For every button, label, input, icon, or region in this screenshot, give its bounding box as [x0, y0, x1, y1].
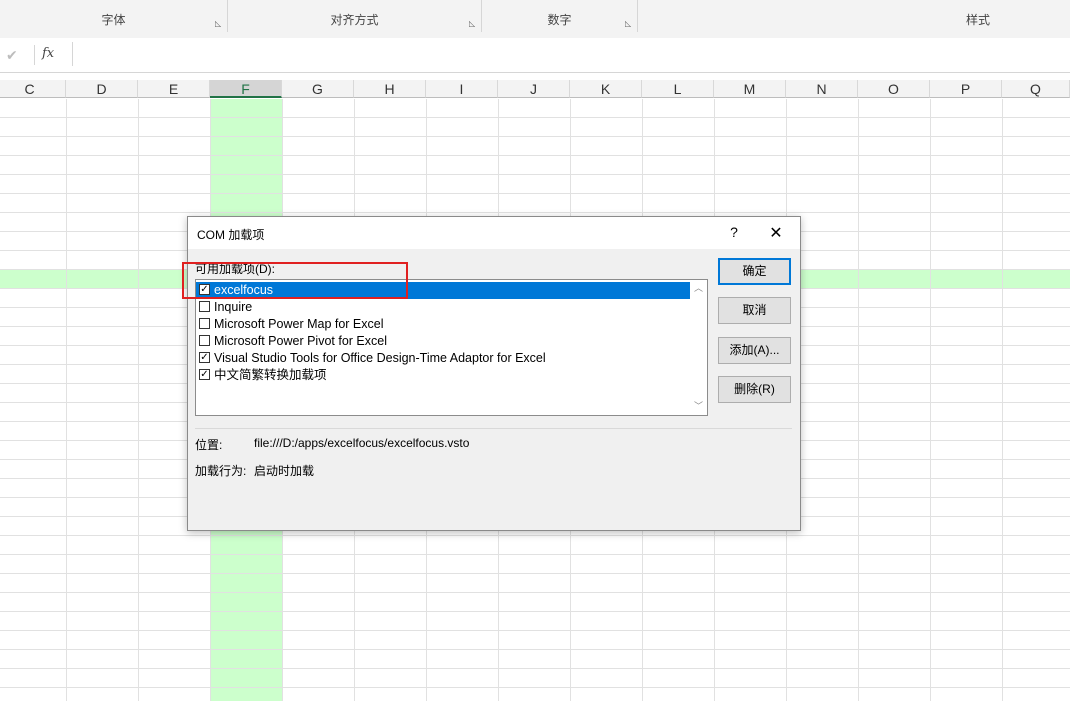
checkbox-unchecked[interactable]	[199, 301, 210, 312]
list-item-label: 中文简繁转换加载项	[214, 368, 327, 382]
column-header-m[interactable]: M	[714, 80, 786, 98]
close-icon[interactable]: ✕	[768, 223, 784, 243]
help-icon[interactable]: ?	[727, 224, 741, 240]
column-header-k[interactable]: K	[570, 80, 642, 98]
insert-function-icon[interactable]: fx	[42, 46, 54, 61]
load-behavior-value: 启动时加载	[254, 464, 315, 478]
column-header-p[interactable]: P	[930, 80, 1002, 98]
column-header-e[interactable]: E	[138, 80, 210, 98]
column-header-g[interactable]: G	[282, 80, 354, 98]
column-header-i[interactable]: I	[426, 80, 498, 98]
ribbon-group-label: 对齐方式	[330, 13, 379, 27]
dialog-titlebar[interactable]: COM 加载项 ? ✕	[188, 217, 800, 249]
ribbon-group-number: 数字 ◺	[482, 0, 638, 32]
listbox-scrollbar[interactable]: ︿ ﹀	[690, 280, 707, 415]
ribbon-group-alignment: 对齐方式 ◺	[228, 0, 482, 32]
checkbox-checked[interactable]: ✓	[199, 352, 210, 363]
list-item-power-map[interactable]: Microsoft Power Map for Excel	[196, 316, 690, 333]
ribbon-group-font: 字体 ◺	[0, 0, 228, 32]
formula-input[interactable]	[72, 42, 1069, 66]
addins-listbox[interactable]: ✓ excelfocus Inquire Microsoft Power Map…	[195, 279, 708, 416]
location-label: 位置:	[195, 438, 223, 452]
ribbon-group-label: 字体	[101, 13, 126, 27]
location-value: file:///D:/apps/excelfocus/excelfocus.vs…	[254, 436, 470, 450]
list-item-label: Microsoft Power Pivot for Excel	[214, 334, 387, 348]
ribbon-group-styles: 样式	[638, 0, 1070, 32]
enter-check-icon[interactable]: ✔	[6, 47, 18, 64]
list-item-power-pivot[interactable]: Microsoft Power Pivot for Excel	[196, 333, 690, 350]
remove-button[interactable]: 删除(R)	[718, 376, 791, 403]
scroll-down-icon[interactable]: ﹀	[690, 398, 707, 415]
list-item-label: Visual Studio Tools for Office Design-Ti…	[214, 351, 546, 365]
checkbox-unchecked[interactable]	[199, 335, 210, 346]
ok-button[interactable]: 确定	[718, 258, 791, 285]
list-item-inquire[interactable]: Inquire	[196, 299, 690, 316]
formula-bar-divider	[34, 45, 35, 65]
column-header-f[interactable]: F	[210, 80, 282, 98]
list-item-vsto-adaptor[interactable]: ✓ Visual Studio Tools for Office Design-…	[196, 350, 690, 367]
dialog-launcher-icon[interactable]: ◺	[215, 20, 223, 28]
column-header-j[interactable]: J	[498, 80, 570, 98]
column-header-d[interactable]: D	[66, 80, 138, 98]
column-header-c[interactable]: C	[0, 80, 66, 98]
dialog-title: COM 加载项	[197, 228, 265, 242]
list-item-label: Inquire	[214, 300, 253, 314]
dialog-divider	[195, 428, 792, 429]
scroll-up-icon[interactable]: ︿	[690, 280, 707, 297]
annotation-highlight-box	[182, 262, 408, 299]
checkbox-unchecked[interactable]	[199, 318, 210, 329]
add-button[interactable]: 添加(A)...	[718, 337, 791, 364]
dialog-launcher-icon[interactable]: ◺	[625, 20, 633, 28]
list-item-label: Microsoft Power Map for Excel	[214, 317, 384, 331]
ribbon: 字体 ◺ 对齐方式 ◺ 数字 ◺ 样式	[0, 0, 1070, 39]
ribbon-group-label: 样式	[965, 13, 990, 27]
load-behavior-label: 加载行为:	[195, 464, 247, 478]
ribbon-group-label: 数字	[547, 13, 572, 27]
formula-bar: ✔ fx	[0, 38, 1070, 73]
cancel-button[interactable]: 取消	[718, 297, 791, 324]
column-header-l[interactable]: L	[642, 80, 714, 98]
checkbox-checked[interactable]: ✓	[199, 369, 210, 380]
dialog-launcher-icon[interactable]: ◺	[469, 20, 477, 28]
list-item-chinese-conversion[interactable]: ✓ 中文简繁转换加载项	[196, 367, 690, 384]
column-header-n[interactable]: N	[786, 80, 858, 98]
column-header-o[interactable]: O	[858, 80, 930, 98]
column-header-q[interactable]: Q	[1002, 80, 1070, 98]
column-header-h[interactable]: H	[354, 80, 426, 98]
